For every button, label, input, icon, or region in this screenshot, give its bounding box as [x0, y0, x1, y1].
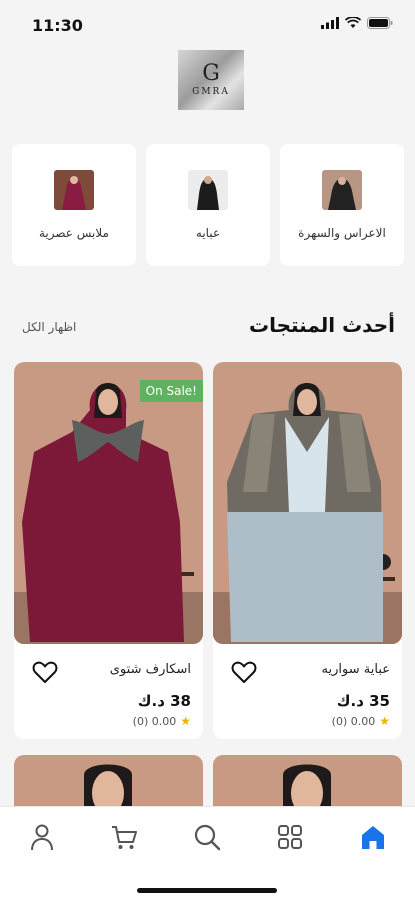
category-thumbnail [188, 170, 228, 210]
view-all-link[interactable]: اظهار الكل [22, 320, 76, 334]
home-icon [362, 826, 384, 849]
section-title: أحدث المنتجات [248, 313, 395, 337]
tab-profile[interactable] [24, 819, 60, 855]
search-icon [194, 824, 221, 851]
tab-bar [0, 806, 415, 901]
category-label: الاعراس والسهرة [298, 226, 386, 240]
category-thumbnail [322, 170, 362, 210]
category-label: ملابس عصرية [38, 226, 109, 240]
grid-icon [278, 825, 302, 849]
product-image: On Sale! [14, 362, 203, 644]
product-image [213, 362, 402, 644]
category-card-modern[interactable]: ملابس عصرية [12, 144, 136, 266]
product-card[interactable]: On Sale! اسكارف شتوى 38 د.ك ★ 0.00 (0) [14, 362, 203, 739]
category-thumbnail [54, 170, 94, 210]
battery-icon [367, 17, 393, 29]
star-icon: ★ [379, 714, 390, 728]
heart-icon[interactable] [32, 660, 58, 684]
category-card-weddings[interactable]: الاعراس والسهرة [280, 144, 404, 266]
category-label: عبايه [195, 226, 221, 240]
wifi-icon [345, 17, 361, 28]
sale-badge: On Sale! [139, 380, 203, 402]
tab-home[interactable] [355, 819, 391, 855]
status-time: 11:30 [32, 16, 83, 35]
category-list: ملابس عصرية عبايه الاعراس والسهرة [12, 144, 404, 266]
rating-value: 0.00 (0) [331, 714, 376, 728]
tab-cart[interactable] [106, 819, 142, 855]
status-icons [321, 17, 393, 29]
product-card[interactable]: عباية سواريه 35 د.ك ★ 0.00 (0) [213, 362, 402, 739]
product-rating: ★ 0.00 (0) [332, 714, 390, 728]
product-rating: ★ 0.00 (0) [133, 714, 191, 728]
tab-categories[interactable] [272, 819, 308, 855]
rating-value: 0.00 (0) [132, 714, 177, 728]
heart-icon[interactable] [231, 660, 257, 684]
product-price: 35 د.ك [336, 692, 390, 710]
product-price: 38 د.ك [137, 692, 191, 710]
logo-mark: G [202, 61, 220, 86]
home-indicator [137, 888, 277, 893]
status-bar: 11:30 [0, 0, 415, 50]
signal-icon [321, 17, 339, 29]
person-icon [31, 824, 53, 851]
star-icon: ★ [180, 714, 191, 728]
logo-text: GMRA [192, 87, 230, 97]
product-name: اسكارف شتوى [109, 662, 191, 677]
category-card-abaya[interactable]: عبايه [146, 144, 270, 266]
cart-icon [112, 826, 137, 849]
product-name: عباية سواريه [321, 662, 390, 677]
tab-search[interactable] [189, 819, 225, 855]
brand-logo: G GMRA [178, 50, 244, 110]
